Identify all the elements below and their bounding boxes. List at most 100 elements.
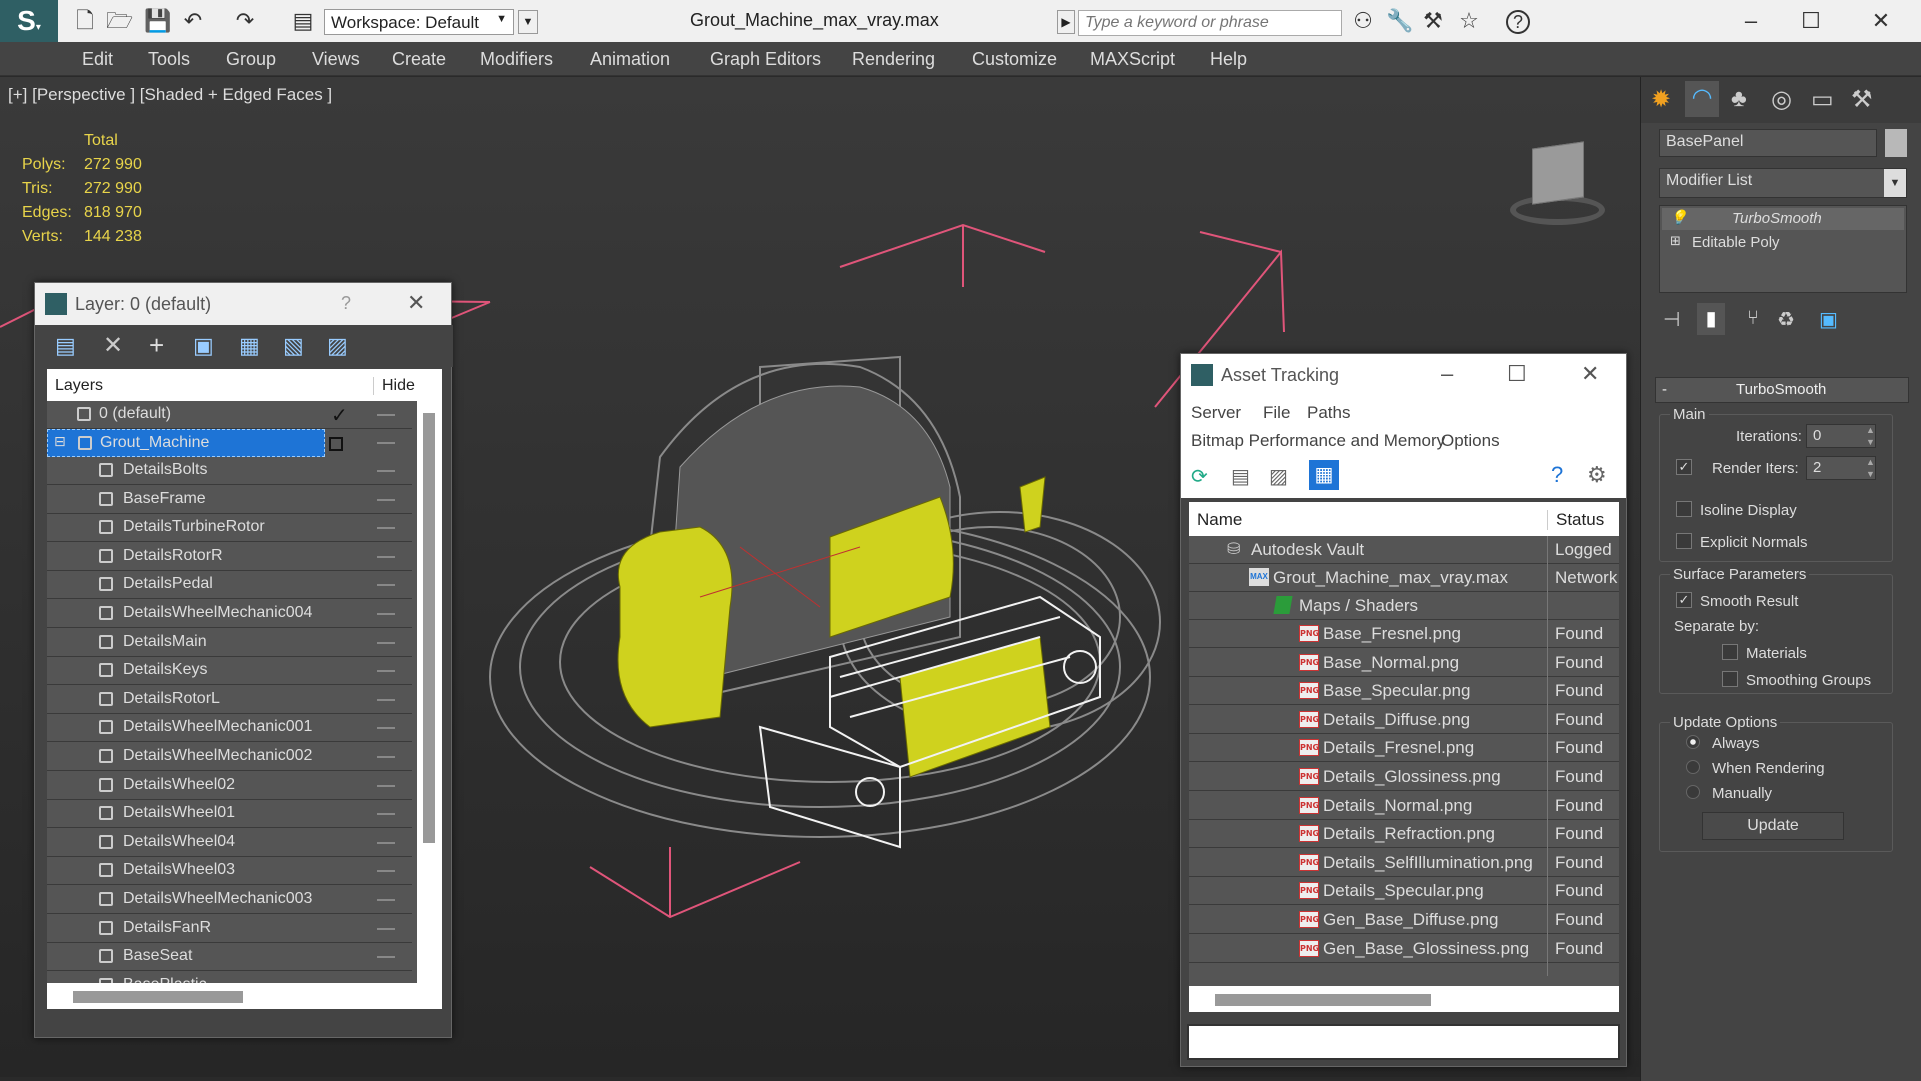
isoline-display-checkbox[interactable] bbox=[1676, 501, 1692, 517]
close-icon[interactable]: ✕ bbox=[1868, 10, 1894, 32]
menu-graph-editors[interactable]: Graph Editors bbox=[710, 49, 821, 70]
layer-row[interactable]: BaseFrame bbox=[47, 486, 412, 514]
asset-row[interactable]: PNG Details_SelfIllumination.png Found bbox=[1189, 849, 1619, 877]
hide-toggle[interactable] bbox=[377, 870, 395, 873]
explicit-normals-checkbox[interactable] bbox=[1676, 533, 1692, 549]
smoothing-groups-checkbox[interactable] bbox=[1722, 671, 1738, 687]
hide-toggle[interactable] bbox=[377, 527, 395, 530]
object-name-field[interactable]: BasePanel bbox=[1659, 129, 1877, 157]
layer-row[interactable]: DetailsRotorR bbox=[47, 543, 412, 571]
layer-explorer-window[interactable]: Layer: 0 (default) ? ✕ ▤ ✕ + ▣ ▦ ▧ ▨ Lay… bbox=[34, 282, 453, 1038]
hide-toggle[interactable] bbox=[377, 584, 395, 587]
close-icon[interactable]: ✕ bbox=[1581, 361, 1599, 387]
workspace-dropdown[interactable]: Workspace: Default ▼ bbox=[324, 9, 514, 35]
layer-row[interactable]: DetailsWheel01 bbox=[47, 800, 412, 829]
remove-modifier-icon[interactable]: ♻ bbox=[1777, 307, 1795, 332]
layer-row-default[interactable]: 0 (default) ✓ bbox=[47, 401, 412, 429]
asset-path-field[interactable] bbox=[1187, 1024, 1620, 1060]
asset-row[interactable]: PNG Details_Specular.png Found bbox=[1189, 877, 1619, 906]
menu-options[interactable]: Options bbox=[1441, 431, 1500, 451]
menu-server[interactable]: Server bbox=[1191, 403, 1241, 423]
hide-toggle[interactable] bbox=[377, 698, 395, 701]
modifier-list-dropdown[interactable]: Modifier List ▼ bbox=[1659, 168, 1907, 198]
asset-row-maxfile[interactable]: MAX Grout_Machine_max_vray.max Network bbox=[1189, 564, 1619, 592]
spinner-arrows-icon[interactable]: ▲ ▼ bbox=[1866, 456, 1875, 480]
open-file-icon[interactable]: 🗁 bbox=[106, 10, 133, 32]
delete-icon[interactable]: ✕ bbox=[103, 331, 123, 360]
menu-maxscript[interactable]: MAXScript bbox=[1090, 49, 1175, 70]
help-icon[interactable]: ? bbox=[1506, 10, 1530, 34]
layer-list-vscroll[interactable] bbox=[417, 401, 442, 983]
project-folder-icon[interactable]: ▤ bbox=[290, 10, 316, 32]
asset-row-maps[interactable]: Maps / Shaders bbox=[1189, 592, 1619, 620]
asset-row[interactable]: PNG Details_Fresnel.png Found bbox=[1189, 734, 1619, 763]
close-icon[interactable]: ✕ bbox=[407, 290, 425, 316]
list-view-icon[interactable]: ▤ bbox=[1231, 464, 1250, 489]
hide-layers-icon[interactable]: ▧ bbox=[283, 333, 304, 359]
layer-row[interactable]: DetailsBolts bbox=[47, 457, 412, 485]
save-file-icon[interactable]: 💾 bbox=[144, 10, 171, 32]
viewcube-icon[interactable] bbox=[1500, 135, 1610, 235]
lightbulb-icon[interactable]: 💡 bbox=[1670, 209, 1687, 226]
layer-row-grout-machine[interactable]: ⊟ Grout_Machine bbox=[47, 429, 325, 457]
settings-icon[interactable]: ⚙ bbox=[1587, 462, 1607, 488]
search-expand-icon[interactable]: ▶ bbox=[1057, 10, 1075, 34]
configure-modifier-sets-icon[interactable]: ▣ bbox=[1819, 307, 1838, 332]
menu-modifiers[interactable]: Modifiers bbox=[480, 49, 553, 70]
menu-bitmap-performance[interactable]: Bitmap Performance and Memory bbox=[1191, 431, 1445, 451]
layer-row[interactable]: DetailsFanR bbox=[47, 915, 412, 943]
scrollbar-thumb[interactable] bbox=[1215, 994, 1431, 1006]
hide-toggle[interactable] bbox=[377, 927, 395, 930]
hide-toggle[interactable] bbox=[377, 414, 395, 416]
turbosmooth-rollout-header[interactable]: - TurboSmooth bbox=[1655, 377, 1909, 403]
highlight-layer-icon[interactable]: ▦ bbox=[239, 333, 260, 359]
show-end-result-icon[interactable]: ▮ bbox=[1697, 303, 1725, 335]
freeze-layers-icon[interactable]: ▨ bbox=[327, 333, 348, 359]
maximize-icon[interactable]: ☐ bbox=[1507, 361, 1527, 387]
vscroll-thumb[interactable] bbox=[423, 413, 435, 843]
menu-edit[interactable]: Edit bbox=[82, 49, 113, 70]
update-button[interactable]: Update bbox=[1702, 812, 1844, 840]
layer-row[interactable]: DetailsKeys bbox=[47, 657, 412, 686]
menu-tools[interactable]: Tools bbox=[148, 49, 190, 70]
modify-tab-icon[interactable]: ◠ bbox=[1685, 81, 1719, 117]
hide-toggle[interactable] bbox=[377, 813, 395, 816]
maximize-icon[interactable]: ☐ bbox=[1798, 10, 1824, 32]
hide-toggle[interactable] bbox=[377, 841, 395, 844]
stack-item-turbosmooth[interactable]: 💡 TurboSmooth bbox=[1662, 208, 1904, 230]
layer-row[interactable]: DetailsMain bbox=[47, 629, 412, 657]
manually-radio[interactable] bbox=[1686, 785, 1700, 799]
create-tab-icon[interactable]: ✹ bbox=[1651, 85, 1671, 114]
hide-toggle[interactable] bbox=[377, 784, 395, 787]
search-input[interactable] bbox=[1078, 10, 1342, 36]
asset-row[interactable]: PNG Base_Fresnel.png Found bbox=[1189, 620, 1619, 648]
hide-toggle[interactable] bbox=[377, 442, 395, 444]
hide-toggle[interactable] bbox=[377, 756, 395, 758]
asset-row[interactable]: PNG Details_Diffuse.png Found bbox=[1189, 706, 1619, 734]
hide-toggle[interactable] bbox=[377, 641, 395, 644]
asset-tracking-window[interactable]: Asset Tracking – ☐ ✕ Server File Paths B… bbox=[1180, 353, 1627, 1067]
hide-toggle[interactable] bbox=[377, 555, 395, 558]
binoculars-icon[interactable]: ⚇ bbox=[1350, 10, 1376, 32]
hide-toggle[interactable] bbox=[377, 956, 395, 959]
materials-checkbox[interactable] bbox=[1722, 644, 1738, 660]
hierarchy-tab-icon[interactable]: ♣ bbox=[1731, 85, 1747, 113]
hide-toggle[interactable] bbox=[377, 670, 395, 673]
render-iters-checkbox[interactable]: ✓ bbox=[1676, 459, 1692, 475]
asset-window-header[interactable]: Asset Tracking – ☐ ✕ bbox=[1181, 354, 1626, 396]
asset-table-hscroll[interactable] bbox=[1189, 986, 1619, 1012]
layer-row[interactable]: DetailsWheel04 bbox=[47, 829, 412, 857]
expand-icon[interactable]: ⊞ bbox=[1670, 233, 1681, 249]
col-name[interactable]: Name bbox=[1197, 510, 1242, 530]
display-tab-icon[interactable]: ▭ bbox=[1811, 85, 1834, 114]
hide-toggle[interactable] bbox=[377, 899, 395, 901]
asset-row[interactable]: PNG Details_Refraction.png Found bbox=[1189, 820, 1619, 849]
table-view-icon[interactable]: ▦ bbox=[1309, 460, 1339, 490]
menu-group[interactable]: Group bbox=[226, 49, 276, 70]
layer-row[interactable]: DetailsWheelMechanic003 bbox=[47, 886, 412, 914]
layer-row[interactable]: DetailsWheel03 bbox=[47, 857, 412, 886]
layer-row[interactable]: DetailsWheelMechanic004 bbox=[47, 600, 412, 628]
scrollbar-thumb[interactable] bbox=[73, 991, 243, 1003]
favorites-star-icon[interactable]: ☆ bbox=[1456, 10, 1482, 32]
workspace-menu-icon[interactable]: ▼ bbox=[518, 10, 538, 34]
